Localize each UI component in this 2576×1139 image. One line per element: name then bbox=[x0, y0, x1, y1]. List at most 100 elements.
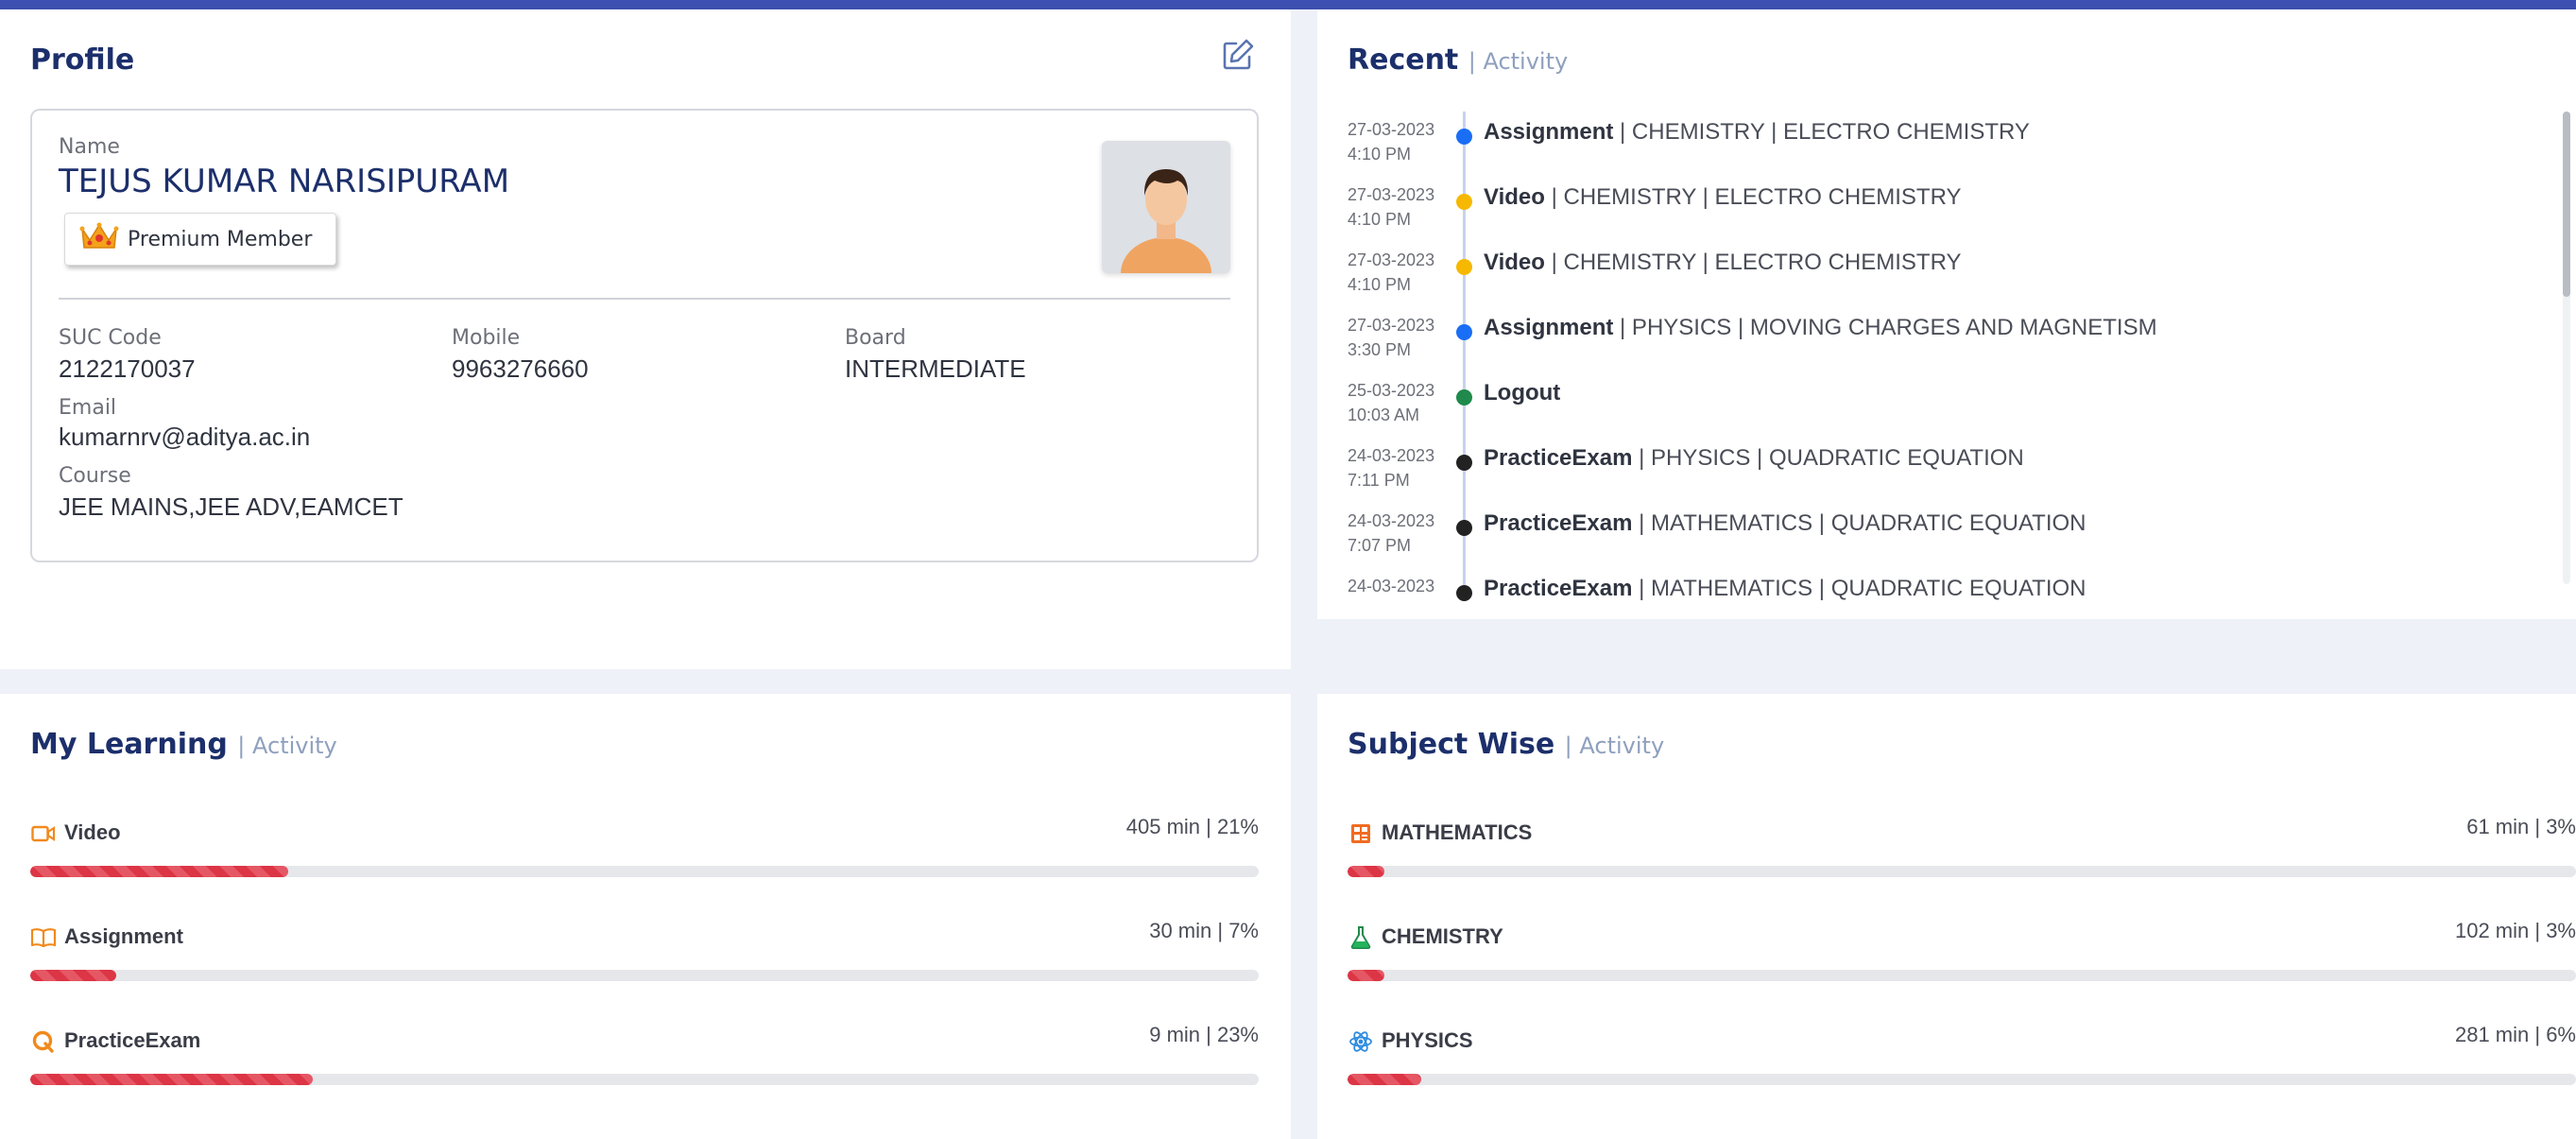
progress-track bbox=[30, 970, 1259, 981]
activity-time: 4:10 PM bbox=[1348, 275, 1412, 294]
recent-title: Recent | Activity bbox=[1348, 43, 1568, 77]
activity-item[interactable]: 27-03-2023 3:30 PM Assignment | PHYSICS | … bbox=[1348, 307, 2548, 364]
book-icon bbox=[30, 924, 57, 951]
activity-item[interactable]: 24-03-2023 7:07 PM PracticeExam | MATHEMAT… bbox=[1348, 503, 2548, 560]
activity-dot bbox=[1456, 324, 1472, 340]
activity-type: PracticeExam bbox=[1484, 445, 1633, 471]
activity-timestamp: 24-03-2023 7:07 PM bbox=[1348, 509, 1434, 558]
activity-detail: | MATHEMATICS | QUADRATIC EQUATION bbox=[1639, 576, 2087, 601]
activity-dot bbox=[1456, 455, 1472, 471]
activity-type: Video bbox=[1484, 250, 1545, 275]
name-label: Name bbox=[59, 135, 120, 159]
activity-item[interactable]: 27-03-2023 4:10 PM Video | CHEMISTRY | ELE… bbox=[1348, 177, 2548, 233]
subject-title: Subject Wise | Activity bbox=[1348, 728, 1664, 761]
student-name: TEJUS KUMAR NARISIPURAM bbox=[59, 163, 510, 200]
progress-label: Assignment bbox=[64, 924, 183, 948]
learning-title-sub: | Activity bbox=[237, 733, 337, 759]
edit-icon[interactable] bbox=[1219, 36, 1257, 74]
recent-title-sub: | Activity bbox=[1468, 48, 1569, 75]
activity-timestamp: 27-03-2023 4:10 PM bbox=[1348, 248, 1434, 297]
email-label: Email bbox=[59, 396, 117, 420]
progress-track bbox=[1348, 866, 2576, 877]
activity-date: 24-03-2023 bbox=[1348, 577, 1435, 595]
course-label: Course bbox=[59, 464, 131, 488]
suc-code-label: SUC Code bbox=[59, 326, 162, 350]
activity-dot bbox=[1456, 194, 1472, 210]
activity-detail: | CHEMISTRY | ELECTRO CHEMISTRY bbox=[1551, 250, 1962, 275]
activity-text: Video | CHEMISTRY | ELECTRO CHEMISTRY bbox=[1484, 250, 1961, 276]
progress-stat: 281 min | 6% bbox=[2454, 1023, 2576, 1046]
progress-fill bbox=[1348, 866, 1384, 877]
recent-title-main: Recent bbox=[1348, 43, 1459, 77]
subject-title-sub: | Activity bbox=[1564, 733, 1665, 759]
premium-member-badge: Premium Member bbox=[64, 213, 336, 266]
activity-date: 27-03-2023 bbox=[1348, 120, 1435, 139]
progress-fill bbox=[1348, 970, 1384, 981]
my-learning-card: My Learning | Activity Video 405 min | 21… bbox=[0, 694, 1291, 1139]
learning-progress-row: Assignment 30 min | 7% bbox=[30, 909, 1259, 994]
activity-text: Assignment | CHEMISTRY | ELECTRO CHEMIST… bbox=[1484, 119, 2030, 146]
profile-details-box: Name TEJUS KUMAR NARISIPURAM Premium Mem… bbox=[30, 109, 1259, 562]
top-accent-bar bbox=[0, 0, 2576, 9]
board-value: INTERMEDIATE bbox=[845, 354, 1026, 383]
subject-wise-card: Subject Wise | Activity MATHEMATICS 61 mi… bbox=[1317, 694, 2576, 1139]
activity-date: 27-03-2023 bbox=[1348, 316, 1435, 335]
activity-item[interactable]: 24-03-2023 PracticeExam | MATHEMATICS | Q… bbox=[1348, 568, 2548, 601]
activity-date: 24-03-2023 bbox=[1348, 446, 1435, 465]
recent-scrollbar[interactable] bbox=[2563, 112, 2570, 584]
activity-date: 27-03-2023 bbox=[1348, 250, 1435, 269]
learning-progress-row: Video 405 min | 21% bbox=[30, 805, 1259, 890]
progress-fill bbox=[30, 970, 116, 981]
activity-item[interactable]: 25-03-2023 10:03 AM Logout bbox=[1348, 372, 2548, 429]
premium-badge-label: Premium Member bbox=[128, 227, 313, 251]
activity-timestamp: 27-03-2023 4:10 PM bbox=[1348, 182, 1434, 232]
progress-stat: 9 min | 23% bbox=[1149, 1023, 1259, 1046]
activity-detail: | CHEMISTRY | ELECTRO CHEMISTRY bbox=[1551, 184, 1962, 210]
calculator-icon bbox=[1348, 820, 1374, 847]
activity-type: PracticeExam bbox=[1484, 576, 1633, 601]
activity-time: 4:10 PM bbox=[1348, 145, 1412, 164]
progress-stat: 30 min | 7% bbox=[1149, 919, 1259, 942]
activity-time: 7:11 PM bbox=[1348, 471, 1410, 490]
progress-track bbox=[30, 1074, 1259, 1085]
progress-fill bbox=[30, 866, 288, 877]
activity-date: 24-03-2023 bbox=[1348, 511, 1435, 530]
activity-time: 7:07 PM bbox=[1348, 536, 1412, 555]
learning-progress-row: PracticeExam 9 min | 23% bbox=[30, 1013, 1259, 1098]
progress-label: Video bbox=[64, 820, 121, 844]
activity-detail: | MATHEMATICS | QUADRATIC EQUATION bbox=[1639, 510, 2087, 536]
recent-activity-list[interactable]: 27-03-2023 4:10 PM Assignment | CHEMISTRY … bbox=[1348, 112, 2567, 601]
activity-time: 3:30 PM bbox=[1348, 340, 1412, 359]
quiz-icon bbox=[30, 1028, 57, 1055]
progress-fill bbox=[1348, 1074, 1421, 1085]
suc-code-value: 2122170037 bbox=[59, 354, 196, 383]
activity-date: 27-03-2023 bbox=[1348, 185, 1435, 204]
activity-timestamp: 24-03-2023 bbox=[1348, 574, 1434, 598]
activity-text: PracticeExam | PHYSICS | QUADRATIC EQUAT… bbox=[1484, 445, 2024, 472]
activity-text: PracticeExam | MATHEMATICS | QUADRATIC E… bbox=[1484, 510, 2087, 537]
atom-icon bbox=[1348, 1028, 1374, 1055]
activity-dot bbox=[1456, 520, 1472, 536]
activity-dot bbox=[1456, 129, 1472, 145]
recent-scroll-thumb[interactable] bbox=[2563, 112, 2570, 297]
activity-item[interactable]: 27-03-2023 4:10 PM Video | CHEMISTRY | ELE… bbox=[1348, 242, 2548, 299]
profile-title: Profile bbox=[30, 43, 135, 77]
activity-item[interactable]: 27-03-2023 4:10 PM Assignment | CHEMISTRY … bbox=[1348, 112, 2548, 168]
activity-dot bbox=[1456, 259, 1472, 275]
subject-progress-row: CHEMISTRY 102 min | 3% bbox=[1348, 909, 2576, 994]
activity-text: Assignment | PHYSICS | MOVING CHARGES AN… bbox=[1484, 315, 2157, 341]
activity-timestamp: 24-03-2023 7:11 PM bbox=[1348, 443, 1434, 492]
crown-icon bbox=[78, 219, 120, 259]
activity-item[interactable]: 24-03-2023 7:11 PM PracticeExam | PHYSICS … bbox=[1348, 438, 2548, 494]
activity-type: Assignment bbox=[1484, 315, 1614, 340]
mobile-label: Mobile bbox=[452, 326, 521, 350]
subject-progress-row: MATHEMATICS 61 min | 3% bbox=[1348, 805, 2576, 890]
activity-time: 10:03 AM bbox=[1348, 406, 1420, 424]
activity-text: Video | CHEMISTRY | ELECTRO CHEMISTRY bbox=[1484, 184, 1961, 211]
progress-label: PHYSICS bbox=[1382, 1028, 1473, 1052]
activity-type: Logout bbox=[1484, 380, 1561, 406]
activity-timestamp: 27-03-2023 3:30 PM bbox=[1348, 313, 1434, 362]
activity-timestamp: 25-03-2023 10:03 AM bbox=[1348, 378, 1434, 427]
profile-card: Profile Name TEJUS KUMAR NARISIPURAM Pre… bbox=[0, 9, 1291, 669]
activity-detail: | CHEMISTRY | ELECTRO CHEMISTRY bbox=[1620, 119, 2030, 145]
